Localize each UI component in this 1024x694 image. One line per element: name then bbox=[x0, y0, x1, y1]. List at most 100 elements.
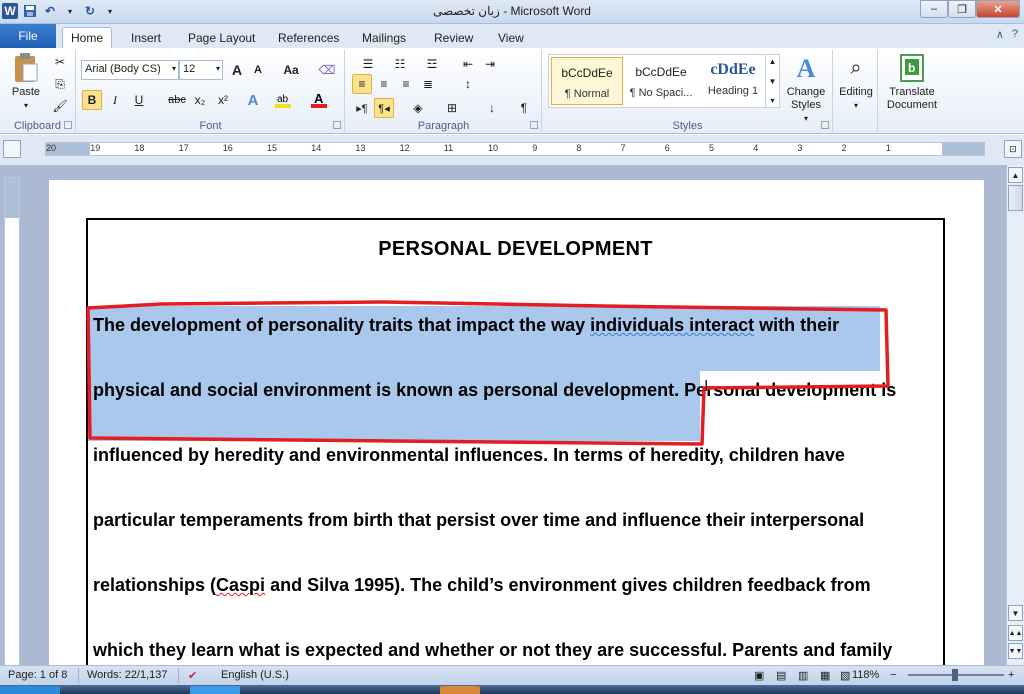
paragraph-line[interactable]: particular temperaments from birth that … bbox=[93, 510, 864, 531]
draft-view-icon[interactable]: ▧ bbox=[840, 669, 850, 682]
chevron-down-icon: ▾ bbox=[803, 114, 808, 123]
superscript-button[interactable]: x² bbox=[213, 90, 233, 110]
align-right-button[interactable]: ≡ bbox=[396, 74, 416, 94]
bullets-icon[interactable]: ☰ bbox=[354, 54, 382, 74]
restore-button[interactable]: ❐ bbox=[948, 0, 976, 18]
text-effects-icon[interactable]: A bbox=[243, 90, 263, 110]
highlight-icon[interactable]: ab bbox=[273, 90, 293, 110]
shrink-font-button[interactable]: A bbox=[248, 60, 268, 80]
paragraph-line[interactable]: relationships (Caspi and Silva 1995). Th… bbox=[93, 575, 871, 596]
italic-button[interactable]: I bbox=[105, 90, 125, 110]
proofing-icon[interactable]: ✔ bbox=[188, 669, 197, 682]
editing-button[interactable]: ⌕ Editing ▾ bbox=[834, 52, 878, 112]
web-layout-view-icon[interactable]: ▥ bbox=[798, 669, 808, 682]
tab-review[interactable]: Review bbox=[426, 27, 481, 48]
font-size-select[interactable]: 12 ▾ bbox=[179, 60, 223, 80]
tab-references[interactable]: References bbox=[270, 27, 347, 48]
clear-formatting-icon[interactable]: ⌫ bbox=[317, 60, 337, 80]
ruler-scale[interactable]: 20 19 18 17 16 15 14 13 12 11 10 9 8 7 6 5 4 3 2 1 bbox=[45, 142, 985, 156]
view-ruler-icon[interactable]: ⊡ bbox=[1004, 140, 1022, 158]
spelling-flagged-text[interactable]: Caspi bbox=[216, 575, 265, 595]
zoom-level[interactable]: 118% bbox=[852, 669, 879, 681]
font-color-icon[interactable]: A bbox=[309, 90, 329, 110]
align-left-button[interactable]: ≡ bbox=[352, 74, 372, 94]
font-family-select[interactable]: Arial (Body CS) ▾ bbox=[81, 60, 179, 80]
cut-icon[interactable]: ✂ bbox=[50, 52, 70, 72]
style-normal[interactable]: bCcDdEe ¶ Normal bbox=[551, 57, 623, 105]
tab-mailings[interactable]: Mailings bbox=[354, 27, 414, 48]
translate-document-button[interactable]: b Translate Document bbox=[879, 52, 945, 112]
start-button[interactable] bbox=[0, 686, 60, 694]
subscript-button[interactable]: x₂ bbox=[190, 90, 210, 110]
ltr-direction-icon[interactable]: ▸¶ bbox=[352, 98, 372, 118]
minimize-ribbon-icon[interactable]: ∧ bbox=[996, 28, 1004, 41]
paste-button[interactable]: Paste ▾ bbox=[6, 52, 46, 112]
divider bbox=[78, 668, 79, 683]
zoom-out-button[interactable]: − bbox=[890, 669, 896, 681]
document-title[interactable]: PERSONAL DEVELOPMENT bbox=[88, 238, 943, 261]
change-case-button[interactable]: Aa bbox=[277, 60, 305, 80]
print-layout-view-icon[interactable]: ▣ bbox=[754, 669, 764, 682]
tab-insert[interactable]: Insert bbox=[123, 27, 169, 48]
close-button[interactable]: ✕ bbox=[976, 0, 1020, 18]
tab-page-layout[interactable]: Page Layout bbox=[180, 27, 263, 48]
dialog-launcher-icon[interactable] bbox=[530, 121, 538, 129]
minimize-button[interactable]: – bbox=[920, 0, 948, 18]
translate-icon: b bbox=[896, 52, 928, 84]
full-screen-view-icon[interactable]: ▤ bbox=[776, 669, 786, 682]
scroll-down-icon[interactable]: ▼ bbox=[1008, 605, 1023, 621]
scroll-thumb[interactable] bbox=[1008, 185, 1023, 211]
line-spacing-icon[interactable]: ↕ bbox=[458, 74, 478, 94]
page-count[interactable]: Page: 1 of 8 bbox=[8, 669, 67, 681]
page[interactable]: PERSONAL DEVELOPMENT The development of … bbox=[49, 180, 984, 665]
zoom-in-button[interactable]: + bbox=[1008, 669, 1014, 681]
numbering-icon[interactable]: ☷ bbox=[386, 54, 414, 74]
multilevel-list-icon[interactable]: ☲ bbox=[418, 54, 446, 74]
previous-page-icon[interactable]: ▲▲ bbox=[1008, 625, 1023, 641]
borders-icon[interactable]: ⊞ bbox=[442, 98, 462, 118]
copy-icon[interactable]: ⎘ bbox=[50, 74, 70, 94]
tab-file[interactable]: File bbox=[0, 24, 56, 48]
dialog-launcher-icon[interactable] bbox=[333, 121, 341, 129]
bold-button[interactable]: B bbox=[82, 90, 102, 110]
align-center-button[interactable]: ≡ bbox=[374, 74, 394, 94]
paragraph-line[interactable]: which they learn what is expected and wh… bbox=[93, 640, 892, 661]
paragraph-line[interactable]: influenced by heredity and environmental… bbox=[93, 445, 845, 466]
show-hide-button[interactable]: ¶ bbox=[514, 98, 534, 118]
style-heading-1[interactable]: cDdEe Heading 1 bbox=[697, 57, 769, 105]
tab-home[interactable]: Home bbox=[62, 27, 113, 48]
ruler-number: 14 bbox=[311, 143, 322, 153]
outline-view-icon[interactable]: ▦ bbox=[820, 669, 830, 682]
tab-view[interactable]: View bbox=[490, 27, 532, 48]
help-icon[interactable]: ? bbox=[1012, 28, 1018, 41]
word-count[interactable]: Words: 22/1,137 bbox=[87, 669, 168, 681]
tab-selector-icon[interactable] bbox=[3, 140, 21, 158]
shading-icon[interactable]: ◈ bbox=[408, 98, 428, 118]
dialog-launcher-icon[interactable] bbox=[64, 121, 72, 129]
rtl-direction-icon[interactable]: ¶◂ bbox=[374, 98, 394, 118]
increase-indent-icon[interactable]: ⇥ bbox=[480, 54, 500, 74]
underline-button[interactable]: U bbox=[129, 90, 149, 110]
strikethrough-button[interactable]: abc bbox=[165, 90, 189, 110]
chevron-down-icon[interactable]: ▼ bbox=[769, 77, 777, 86]
style-name: ¶ Normal bbox=[564, 88, 610, 100]
next-page-icon[interactable]: ▼▼ bbox=[1008, 643, 1023, 659]
title-bar: W ↶ ▾ ↻ ▾ زبان تخصصی - Microsoft Word – … bbox=[0, 0, 1024, 24]
change-styles-button[interactable]: A Change Styles ▾ bbox=[783, 52, 829, 125]
zoom-slider-thumb[interactable] bbox=[952, 669, 958, 681]
style-no-spacing[interactable]: bCcDdEe ¶ No Spaci... bbox=[625, 57, 697, 105]
language-indicator[interactable]: English (U.S.) bbox=[221, 669, 289, 681]
justify-button[interactable]: ≣ bbox=[418, 74, 438, 94]
format-painter-icon[interactable]: 🖌 bbox=[50, 96, 70, 116]
grow-font-button[interactable]: A bbox=[227, 60, 247, 80]
sort-icon[interactable]: ↓ bbox=[482, 98, 502, 118]
scroll-up-icon[interactable]: ▲ bbox=[1008, 167, 1023, 183]
gallery-scroll[interactable]: ▲ ▼ ▾ bbox=[765, 55, 779, 107]
taskbar-app[interactable] bbox=[190, 686, 240, 694]
more-icon[interactable]: ▾ bbox=[770, 96, 774, 105]
vertical-scrollbar[interactable]: ▲ ▼ ▲▲ ▼▼ bbox=[1006, 165, 1024, 665]
chevron-down-icon[interactable]: ▾ bbox=[6, 99, 46, 112]
decrease-indent-icon[interactable]: ⇤ bbox=[458, 54, 478, 74]
taskbar-app[interactable] bbox=[440, 686, 480, 694]
chevron-up-icon[interactable]: ▲ bbox=[769, 57, 777, 66]
